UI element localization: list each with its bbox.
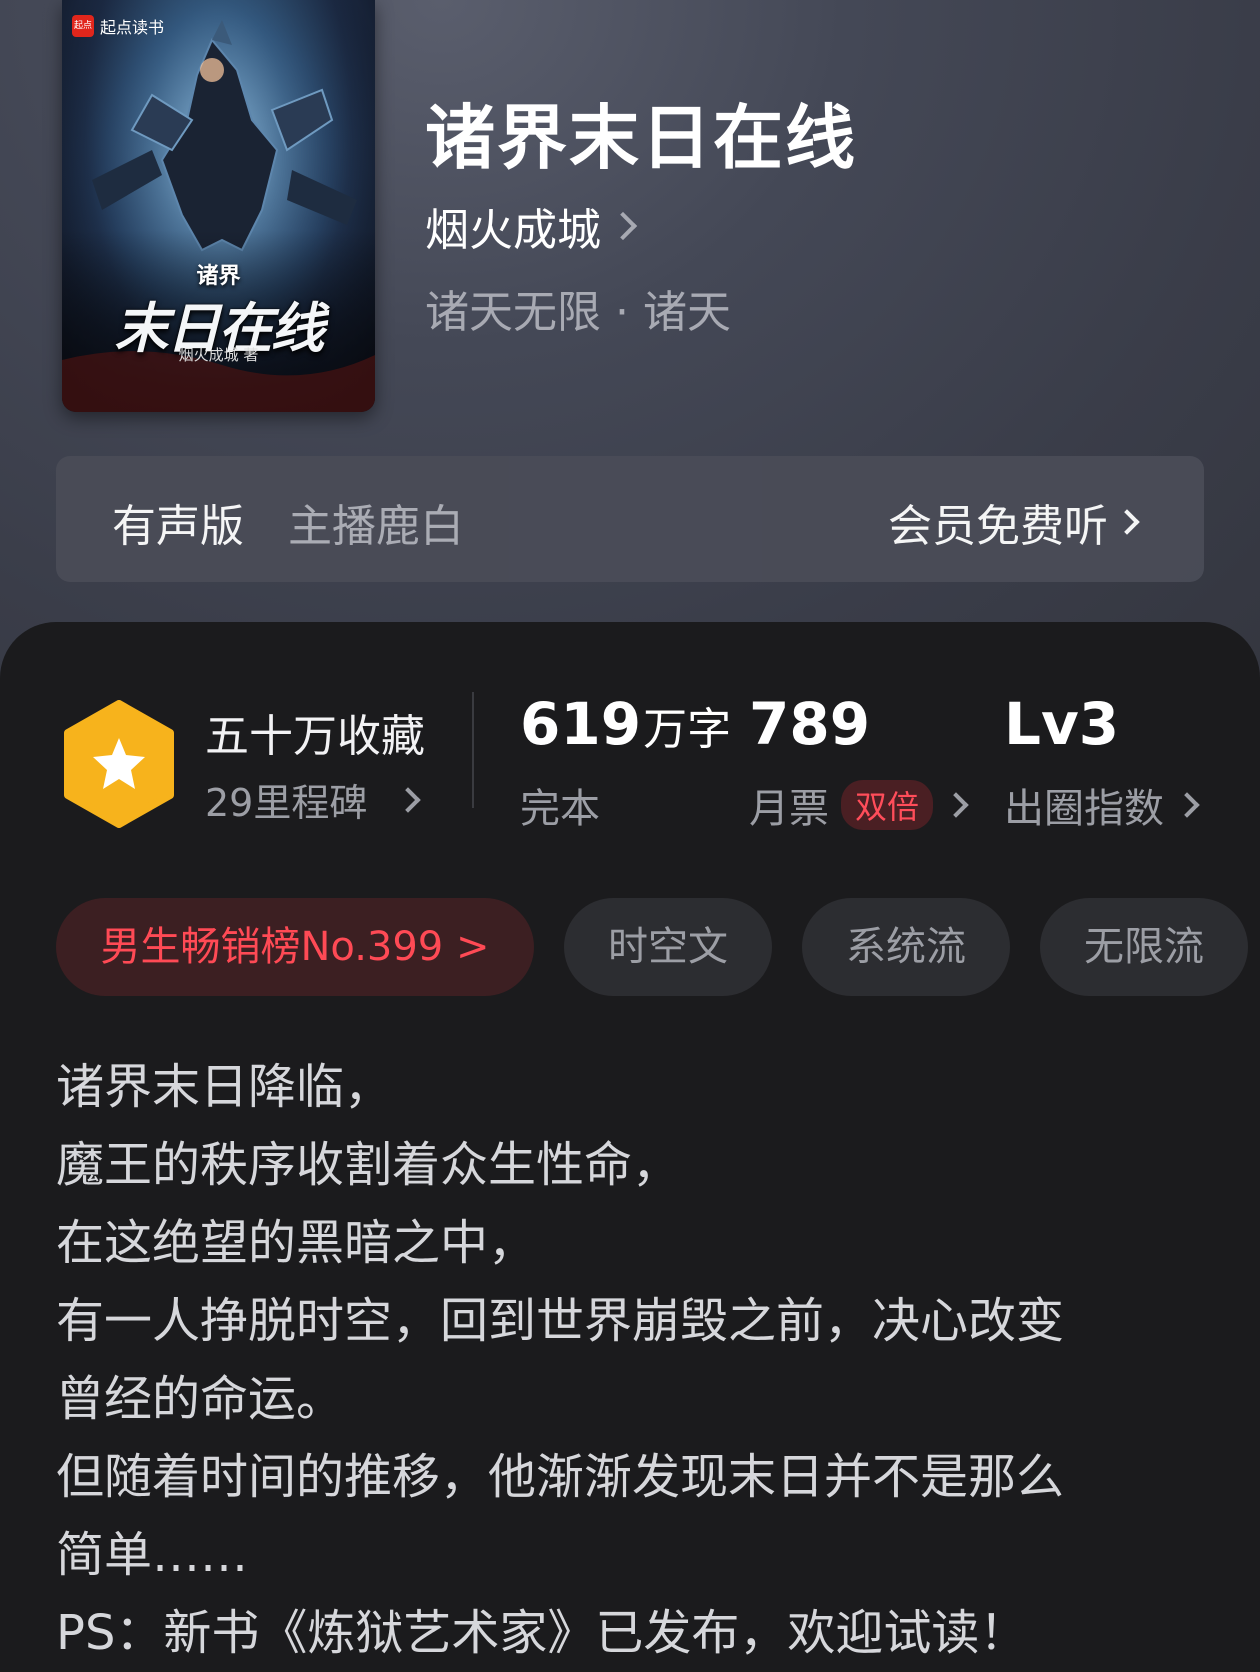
book-cover[interactable]: 起点 起点读书 诸界 末日在线 烟火成城 著 (62, 0, 375, 412)
monthly-votes-value: 789 (749, 690, 871, 758)
word-count-unit: 万字 (643, 704, 732, 755)
synopsis-line: 但随着时间的推移，他渐渐发现末日并不是那么 (56, 1449, 1065, 1505)
member-free-listen-button[interactable]: 会员免费听 (888, 490, 1140, 554)
book-genre: 诸天无限 · 诸天 (425, 287, 731, 338)
monthly-votes-link[interactable]: 月票 双倍 (749, 776, 969, 834)
cover-brand-label: 起点读书 (100, 18, 165, 37)
author-link[interactable]: 烟火成城 (425, 194, 638, 258)
tag-bestseller-rank[interactable]: 男生畅销榜No.399 > (56, 898, 534, 996)
audio-edition-label: 有声版 (112, 501, 244, 552)
synopsis-line: 有一人挣脱时空，回到世界崩毁之前，决心改变 (56, 1293, 1065, 1349)
breakout-index-link[interactable]: 出圈指数 (1004, 776, 1200, 834)
synopsis-line: PS：新书《炼狱艺术家》已发布，欢迎试读！ (56, 1605, 1028, 1661)
chevron-right-icon (1114, 509, 1140, 535)
cover-brand: 起点 起点读书 (72, 14, 164, 38)
chevron-right-icon (608, 211, 638, 241)
chevron-right-icon (1174, 792, 1200, 818)
member-free-listen-label: 会员免费听 (888, 501, 1108, 552)
audio-edition-bar[interactable]: 有声版 主播鹿白 会员免费听 (56, 456, 1204, 582)
star-badge-icon (64, 700, 174, 828)
milestones-label: 29里程碑 (205, 781, 368, 825)
completion-status: 完本 (520, 786, 600, 832)
cover-author-line: 烟火成城 著 (178, 346, 259, 364)
synopsis-line: 魔王的秩序收割着众生性命， (56, 1137, 681, 1193)
word-count: 619万字 (520, 690, 731, 758)
breakout-index-label: 出圈指数 (1004, 786, 1164, 832)
book-synopsis: 诸界末日降临， 魔王的秩序收割着众生性命， 在这绝望的黑暗之中， 有一人挣脱时空… (56, 1048, 1206, 1672)
stats-divider (472, 692, 474, 808)
chevron-right-icon (395, 786, 422, 813)
synopsis-line: 诸界末日降临， (56, 1059, 393, 1115)
synopsis-line: 曾经的命运。 (56, 1371, 345, 1427)
double-votes-badge: 双倍 (841, 780, 934, 830)
book-title: 诸界末日在线 (425, 96, 857, 179)
qidian-logo-icon: 起点 (72, 15, 94, 37)
favorites-label: 五十万收藏 (205, 711, 425, 762)
milestones-link[interactable]: 29里程碑 (205, 772, 422, 827)
audio-host: 主播鹿白 (288, 501, 464, 552)
synopsis-line: 在这绝望的黑暗之中， (56, 1215, 537, 1271)
tag-time-space[interactable]: 时空文 (564, 898, 772, 996)
tag-infinite[interactable]: 无限流 (1040, 898, 1248, 996)
chevron-right-icon (943, 792, 969, 818)
level-value: Lv3 (1004, 690, 1120, 758)
tag-system[interactable]: 系统流 (802, 898, 1010, 996)
synopsis-line: 简单…… (56, 1527, 249, 1583)
author-name: 烟火成城 (425, 205, 601, 256)
monthly-votes-label: 月票 (749, 786, 829, 832)
word-count-value: 619 (520, 690, 642, 758)
